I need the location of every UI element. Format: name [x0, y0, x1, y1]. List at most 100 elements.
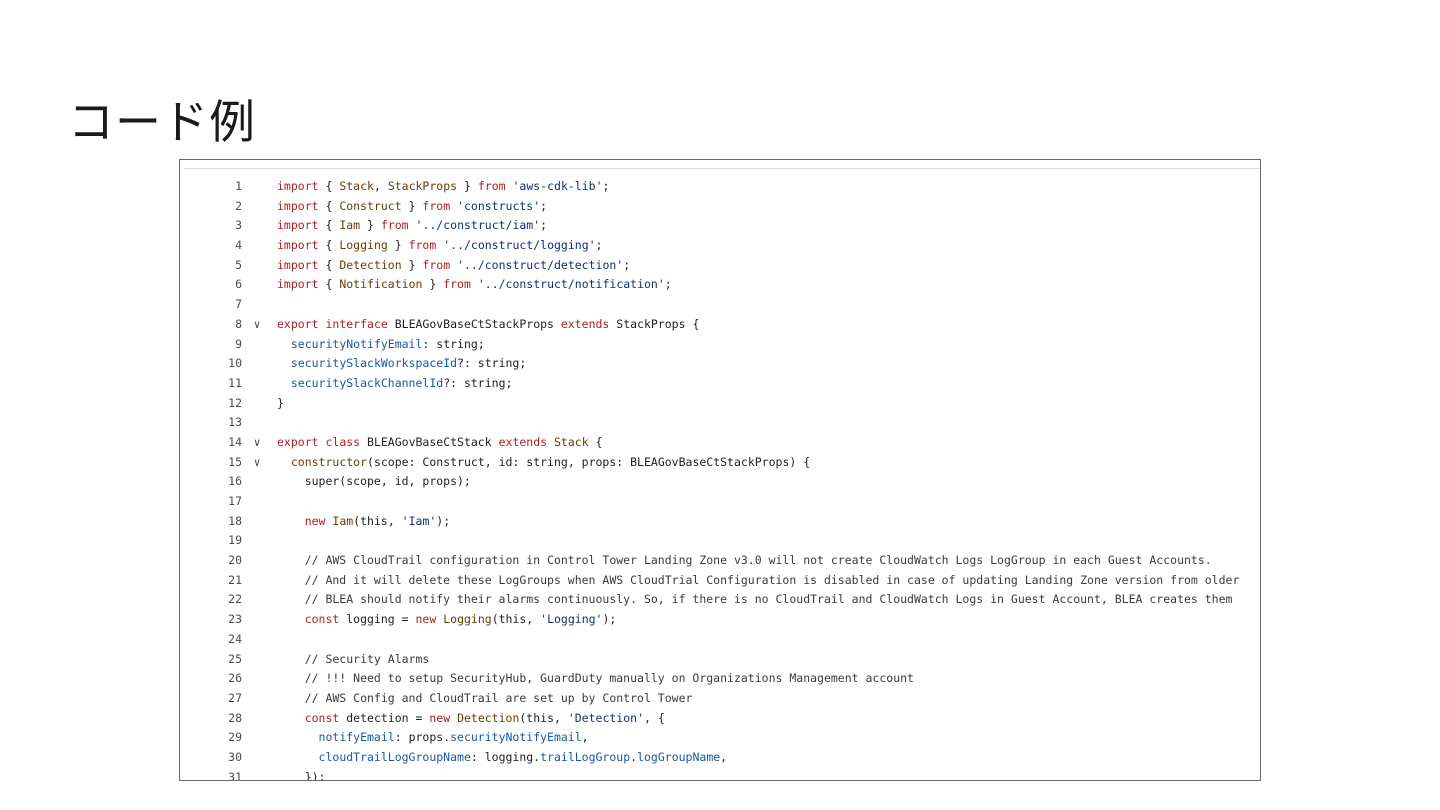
- code-token: Construct: [339, 198, 402, 213]
- code-token: class: [325, 434, 361, 449]
- code-token: ,: [581, 730, 589, 745]
- code-text: // Security Alarms: [277, 650, 430, 670]
- code-token: new: [415, 612, 437, 627]
- code-token: ;: [540, 198, 548, 213]
- code-line: 17: [180, 492, 1260, 512]
- code-line: 26 // !!! Need to setup SecurityHub, Gua…: [180, 669, 1260, 689]
- code-text: constructor(scope: Construct, id: string…: [277, 453, 810, 473]
- code-text: import { Construct } from 'constructs';: [277, 197, 547, 217]
- code-token: Detection: [339, 257, 402, 272]
- line-number: 31: [228, 769, 242, 781]
- code-token: Notification: [339, 277, 423, 292]
- code-token: (this,: [353, 513, 402, 528]
- code-line: 29 notifyEmail: props.securityNotifyEmai…: [180, 728, 1260, 748]
- line-number: 7: [235, 297, 242, 312]
- code-line: 5 import { Detection } from '../construct…: [180, 256, 1260, 276]
- code-token: }: [387, 238, 409, 253]
- code-text: // AWS Config and CloudTrail are set up …: [277, 689, 693, 709]
- code-token: : string;: [422, 336, 485, 351]
- code-token: Stack: [554, 434, 589, 449]
- code-token: , {: [644, 710, 665, 725]
- code-line: 6 import { Notification } from '../constr…: [180, 275, 1260, 295]
- code-line: 24: [180, 630, 1260, 650]
- code-token: }: [401, 257, 423, 272]
- line-number: 25: [228, 651, 242, 666]
- code-token: 'Iam': [401, 513, 437, 528]
- line-number: 9: [235, 336, 242, 351]
- line-number: 8: [235, 316, 242, 331]
- code-token: StackProps: [387, 179, 458, 193]
- code-token: // Security Alarms: [277, 651, 430, 666]
- line-number: 13: [228, 415, 242, 430]
- code-line: 18 new Iam(this, 'Iam');: [180, 512, 1260, 532]
- code-token: logging =: [339, 612, 416, 627]
- code-token: from: [408, 238, 437, 253]
- code-line: 13: [180, 413, 1260, 433]
- fold-chevron-icon[interactable]: ∨: [250, 453, 264, 473]
- code-token: from: [422, 257, 451, 272]
- line-number: 4: [235, 238, 242, 253]
- editor-top-border: [184, 168, 1260, 169]
- line-number: 1: [235, 179, 242, 193]
- code-token: import: [277, 257, 319, 272]
- code-token: 'aws-cdk-lib': [512, 179, 603, 193]
- code-text: import { Notification } from '../constru…: [277, 275, 672, 295]
- code-text: const detection = new Detection(this, 'D…: [277, 709, 665, 729]
- fold-chevron-icon[interactable]: ∨: [250, 433, 264, 453]
- code-text: new Iam(this, 'Iam');: [277, 512, 450, 532]
- code-text: // And it will delete these LogGroups wh…: [277, 571, 1240, 591]
- line-number: 16: [228, 474, 242, 489]
- code-token: notifyEmail: [318, 730, 395, 745]
- code-line: 28 const detection = new Detection(this,…: [180, 709, 1260, 729]
- code-token: logGroupName: [637, 749, 721, 764]
- code-token: ;: [595, 238, 603, 253]
- line-number: 11: [228, 375, 242, 390]
- code-text: securitySlackChannelId?: string;: [277, 374, 513, 394]
- code-line: 2 import { Construct } from 'constructs';: [180, 197, 1260, 217]
- code-text: });: [277, 768, 326, 781]
- code-token: {: [318, 179, 340, 193]
- code-token: new: [429, 710, 451, 725]
- code-token: Stack: [339, 179, 374, 193]
- line-number: 17: [228, 494, 242, 508]
- code-text: super(scope, id, props);: [277, 472, 471, 492]
- fold-chevron-icon[interactable]: ∨: [250, 315, 264, 335]
- code-token: {: [318, 238, 340, 253]
- code-token: BLEAGovBaseCtStack: [360, 434, 499, 449]
- slide-title: コード例: [68, 95, 256, 149]
- code-token: securitySlackChannelId: [290, 375, 444, 390]
- code-token: extends: [498, 434, 548, 449]
- code-token: Logging: [443, 612, 492, 627]
- line-number: 26: [228, 671, 242, 686]
- code-line: 31 });: [180, 768, 1260, 781]
- code-text: securitySlackWorkspaceId?: string;: [277, 354, 526, 374]
- code-token: // !!! Need to setup SecurityHub, GuardD…: [277, 671, 914, 686]
- code-token: });: [277, 769, 326, 781]
- line-number: 3: [235, 218, 242, 233]
- code-token: ;: [602, 179, 610, 193]
- line-number: 18: [228, 513, 242, 528]
- code-text: securityNotifyEmail: string;: [277, 335, 485, 355]
- code-token: {: [318, 277, 340, 292]
- code-token: const: [304, 612, 340, 627]
- code-line: 7: [180, 295, 1260, 315]
- code-text: cloudTrailLogGroupName: logging.trailLog…: [277, 748, 728, 768]
- code-token: ?: string;: [457, 356, 527, 371]
- code-line: 21 // And it will delete these LogGroups…: [180, 571, 1260, 591]
- code-token: from: [477, 179, 506, 193]
- line-number: 20: [228, 553, 242, 568]
- code-line: 14 ∨ export class BLEAGovBaseCtStack exten…: [180, 433, 1260, 453]
- code-token: new: [304, 513, 326, 528]
- code-token: from: [443, 277, 471, 292]
- code-token: super(scope, id, props);: [277, 474, 471, 489]
- code-token: // And it will delete these LogGroups wh…: [277, 572, 1240, 587]
- code-token: constructor: [290, 454, 368, 469]
- code-token: {: [588, 434, 603, 449]
- code-token: from: [380, 218, 409, 233]
- code-token: );: [602, 612, 617, 627]
